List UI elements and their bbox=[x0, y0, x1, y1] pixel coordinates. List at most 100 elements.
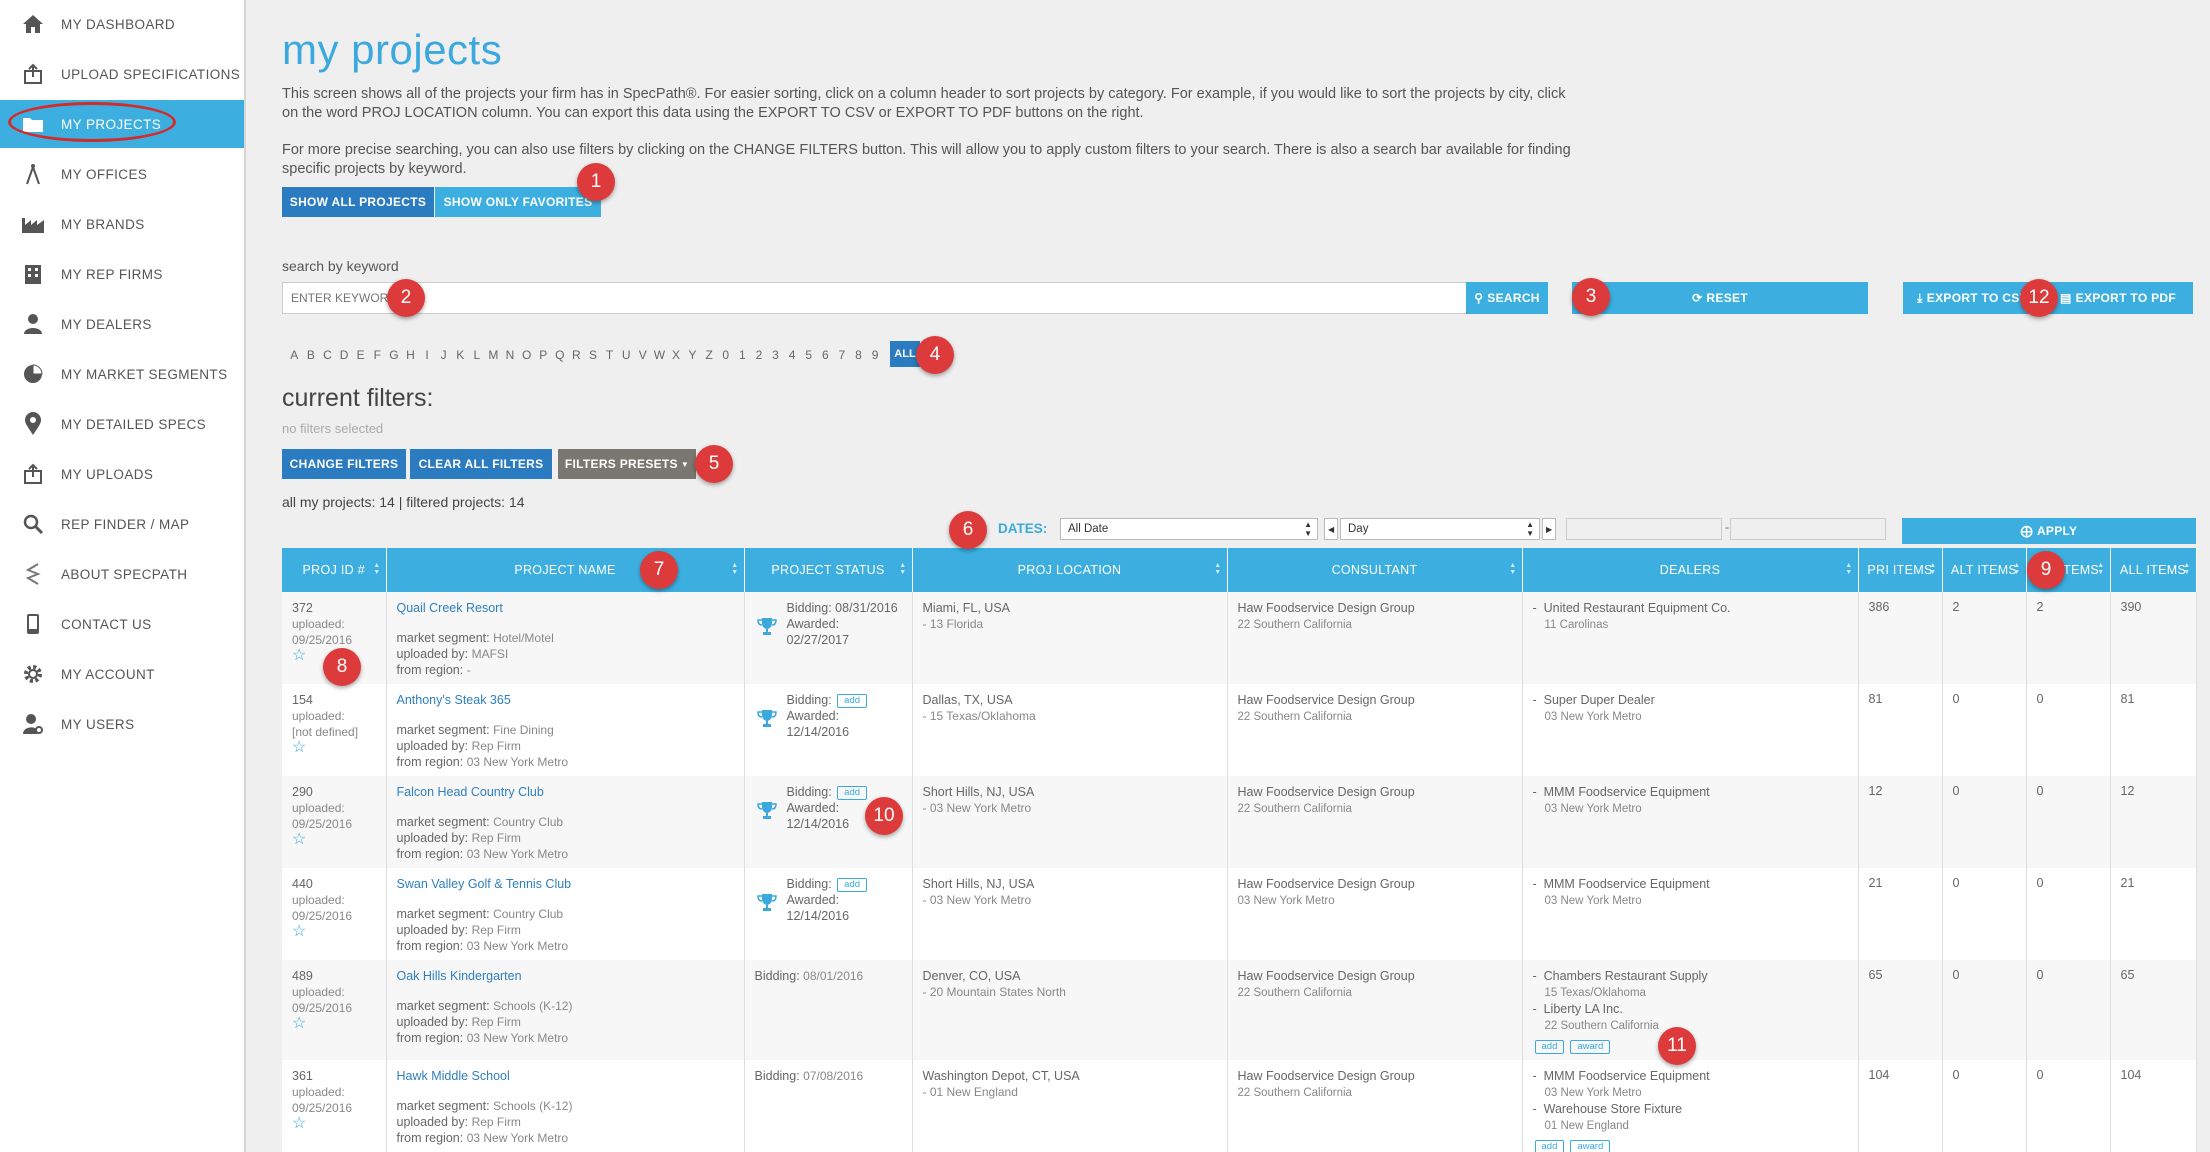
column-header-alt-items[interactable]: ALT ITEMS ▲ ▼ bbox=[1942, 548, 2027, 592]
date-to-input[interactable] bbox=[1730, 518, 1886, 540]
alphabet-letter[interactable]: N bbox=[502, 348, 519, 362]
date-prev-button[interactable]: ◀ bbox=[1324, 518, 1338, 540]
project-name-link[interactable]: Anthony's Steak 365 bbox=[397, 693, 511, 707]
segment-value: Schools (K-12) bbox=[493, 1099, 573, 1113]
column-header-project-name[interactable]: PROJECT NAME ▲ ▼ bbox=[386, 548, 745, 592]
change-filters-button[interactable]: CHANGE FILTERS bbox=[282, 449, 406, 479]
column-header-proj-id[interactable]: PROJ ID # ▲ ▼ bbox=[282, 548, 387, 592]
alphabet-letter[interactable]: Q bbox=[552, 348, 569, 362]
sidebar-item-my-market-segments[interactable]: MY MARKET SEGMENTS bbox=[0, 350, 244, 398]
sidebar-item-my-detailed-specs[interactable]: MY DETAILED SPECS bbox=[0, 400, 244, 448]
column-header-project-status[interactable]: PROJECT STATUS ▲ ▼ bbox=[744, 548, 913, 592]
alphabet-letter[interactable]: Z bbox=[701, 348, 718, 362]
dealer-add-tag[interactable]: add bbox=[1534, 1139, 1565, 1152]
alphabet-letter[interactable]: J bbox=[435, 348, 452, 362]
favorite-star-icon[interactable]: ☆ bbox=[292, 1115, 306, 1132]
alphabet-letter[interactable]: L bbox=[469, 348, 486, 362]
search-button[interactable]: ⚲ SEARCH bbox=[1466, 282, 1548, 314]
column-header-all-items[interactable]: ALL ITEMS ▲ ▼ bbox=[2110, 548, 2197, 592]
project-name-link[interactable]: Hawk Middle School bbox=[397, 1069, 510, 1083]
alphabet-letter[interactable]: Y bbox=[684, 348, 701, 362]
date-from-input[interactable] bbox=[1566, 518, 1722, 540]
alphabet-letter[interactable]: O bbox=[518, 348, 535, 362]
filters-presets-button[interactable]: FILTERS PRESETS ▼ bbox=[558, 449, 696, 479]
column-header-consultant[interactable]: CONSULTANT ▲ ▼ bbox=[1227, 548, 1523, 592]
favorite-star-icon[interactable]: ☆ bbox=[292, 647, 306, 664]
favorite-star-icon[interactable]: ☆ bbox=[292, 1015, 306, 1032]
eq-items-cell: 0 bbox=[2026, 1060, 2111, 1152]
alphabet-letter[interactable]: S bbox=[585, 348, 602, 362]
column-header-proj-location[interactable]: PROJ LOCATION ▲ ▼ bbox=[912, 548, 1228, 592]
alphabet-letter[interactable]: 9 bbox=[867, 348, 884, 362]
column-header-dealers[interactable]: DEALERS ▲ ▼ bbox=[1522, 548, 1859, 592]
alphabet-letter[interactable]: 5 bbox=[800, 348, 817, 362]
sidebar-item-my-offices[interactable]: MY OFFICES bbox=[0, 150, 244, 198]
dealer-award-tag[interactable]: award bbox=[1570, 1139, 1611, 1152]
alphabet-letter[interactable]: M bbox=[485, 348, 502, 362]
sidebar-item-upload-specifications[interactable]: UPLOAD SPECIFICATIONS bbox=[0, 50, 244, 98]
alphabet-letter[interactable]: P bbox=[535, 348, 552, 362]
alphabet-letter[interactable]: H bbox=[402, 348, 419, 362]
show-all-projects-button[interactable]: SHOW ALL PROJECTS bbox=[282, 187, 434, 217]
alphabet-letter[interactable]: K bbox=[452, 348, 469, 362]
sidebar-item-my-brands[interactable]: MY BRANDS bbox=[0, 200, 244, 248]
alphabet-letter[interactable]: 2 bbox=[751, 348, 768, 362]
alphabet-letter[interactable]: 6 bbox=[817, 348, 834, 362]
sidebar-item-my-dealers[interactable]: MY DEALERS bbox=[0, 300, 244, 348]
sidebar-item-rep-finder-map[interactable]: REP FINDER / MAP bbox=[0, 500, 244, 548]
awarded-date: 12/14/2016 bbox=[786, 725, 850, 739]
date-unit-select[interactable]: Day ▲ ▼ bbox=[1340, 518, 1540, 540]
alphabet-letter[interactable]: A bbox=[286, 348, 303, 362]
alphabet-letter[interactable]: F bbox=[369, 348, 386, 362]
dealer-award-tag[interactable]: award bbox=[1570, 1039, 1611, 1054]
alphabet-letter[interactable]: B bbox=[303, 348, 320, 362]
sidebar-item-my-uploads[interactable]: MY UPLOADS bbox=[0, 450, 244, 498]
bidding-add-tag[interactable]: add bbox=[837, 785, 868, 800]
alphabet-letter[interactable]: 4 bbox=[784, 348, 801, 362]
date-range-select[interactable]: All Date ▲ ▼ bbox=[1060, 518, 1318, 540]
table-row: 489 uploaded: 09/25/2016 ☆ Oak Hills Kinderg… bbox=[282, 960, 2197, 1060]
alphabet-letter[interactable]: 7 bbox=[834, 348, 851, 362]
apply-button[interactable]: ⨁ APPLY bbox=[1902, 518, 2196, 544]
alphabet-letter[interactable]: I bbox=[419, 348, 436, 362]
sidebar-item-my-projects[interactable]: MY PROJECTS bbox=[0, 100, 244, 148]
alphabet-letter[interactable]: W bbox=[651, 348, 668, 362]
sidebar-item-my-dashboard[interactable]: MY DASHBOARD bbox=[0, 0, 244, 48]
sidebar-item-my-account[interactable]: MY ACCOUNT bbox=[0, 650, 244, 698]
alphabet-letter[interactable]: D bbox=[336, 348, 353, 362]
alphabet-letter[interactable]: 0 bbox=[717, 348, 734, 362]
search-input[interactable] bbox=[282, 282, 1470, 314]
alphabet-letter[interactable]: C bbox=[319, 348, 336, 362]
alphabet-letter[interactable]: V bbox=[634, 348, 651, 362]
export-pdf-button[interactable]: ▤ EXPORT TO PDF bbox=[2043, 282, 2193, 314]
project-name-link[interactable]: Oak Hills Kindergarten bbox=[397, 969, 522, 983]
clear-all-filters-button[interactable]: CLEAR ALL FILTERS bbox=[410, 449, 552, 479]
sidebar-item-about-specpath[interactable]: ABOUT SPECPATH bbox=[0, 550, 244, 598]
alphabet-letter[interactable]: R bbox=[568, 348, 585, 362]
favorite-star-icon[interactable]: ☆ bbox=[292, 831, 306, 848]
column-header-pri-items[interactable]: PRI ITEMS ▲ ▼ bbox=[1858, 548, 1943, 592]
project-name-cell: Hawk Middle School market segment: School… bbox=[386, 1060, 745, 1152]
favorite-star-icon[interactable]: ☆ bbox=[292, 739, 306, 756]
alphabet-letter[interactable]: G bbox=[386, 348, 403, 362]
alphabet-letter[interactable]: X bbox=[668, 348, 685, 362]
show-only-favorites-button[interactable]: SHOW ONLY FAVORITES bbox=[435, 187, 601, 217]
bidding-add-tag[interactable]: add bbox=[837, 877, 868, 892]
dealer-add-tag[interactable]: add bbox=[1534, 1039, 1565, 1054]
project-name-link[interactable]: Quail Creek Resort bbox=[397, 601, 503, 615]
date-next-button[interactable]: ▶ bbox=[1542, 518, 1556, 540]
alphabet-letter[interactable]: 1 bbox=[734, 348, 751, 362]
alphabet-letter[interactable]: 3 bbox=[767, 348, 784, 362]
alphabet-letter[interactable]: T bbox=[601, 348, 618, 362]
sidebar-item-my-rep-firms[interactable]: MY REP FIRMS bbox=[0, 250, 244, 298]
alphabet-letter[interactable]: E bbox=[352, 348, 369, 362]
project-name-link[interactable]: Falcon Head Country Club bbox=[397, 785, 544, 799]
sidebar-item-my-users[interactable]: MY USERS bbox=[0, 700, 244, 748]
bidding-add-tag[interactable]: add bbox=[837, 693, 868, 708]
reset-button[interactable]: ⟳ RESET bbox=[1572, 282, 1868, 314]
alphabet-letter[interactable]: U bbox=[618, 348, 635, 362]
favorite-star-icon[interactable]: ☆ bbox=[292, 923, 306, 940]
alphabet-letter[interactable]: 8 bbox=[850, 348, 867, 362]
sidebar-item-contact-us[interactable]: CONTACT US bbox=[0, 600, 244, 648]
project-name-link[interactable]: Swan Valley Golf & Tennis Club bbox=[397, 877, 572, 891]
